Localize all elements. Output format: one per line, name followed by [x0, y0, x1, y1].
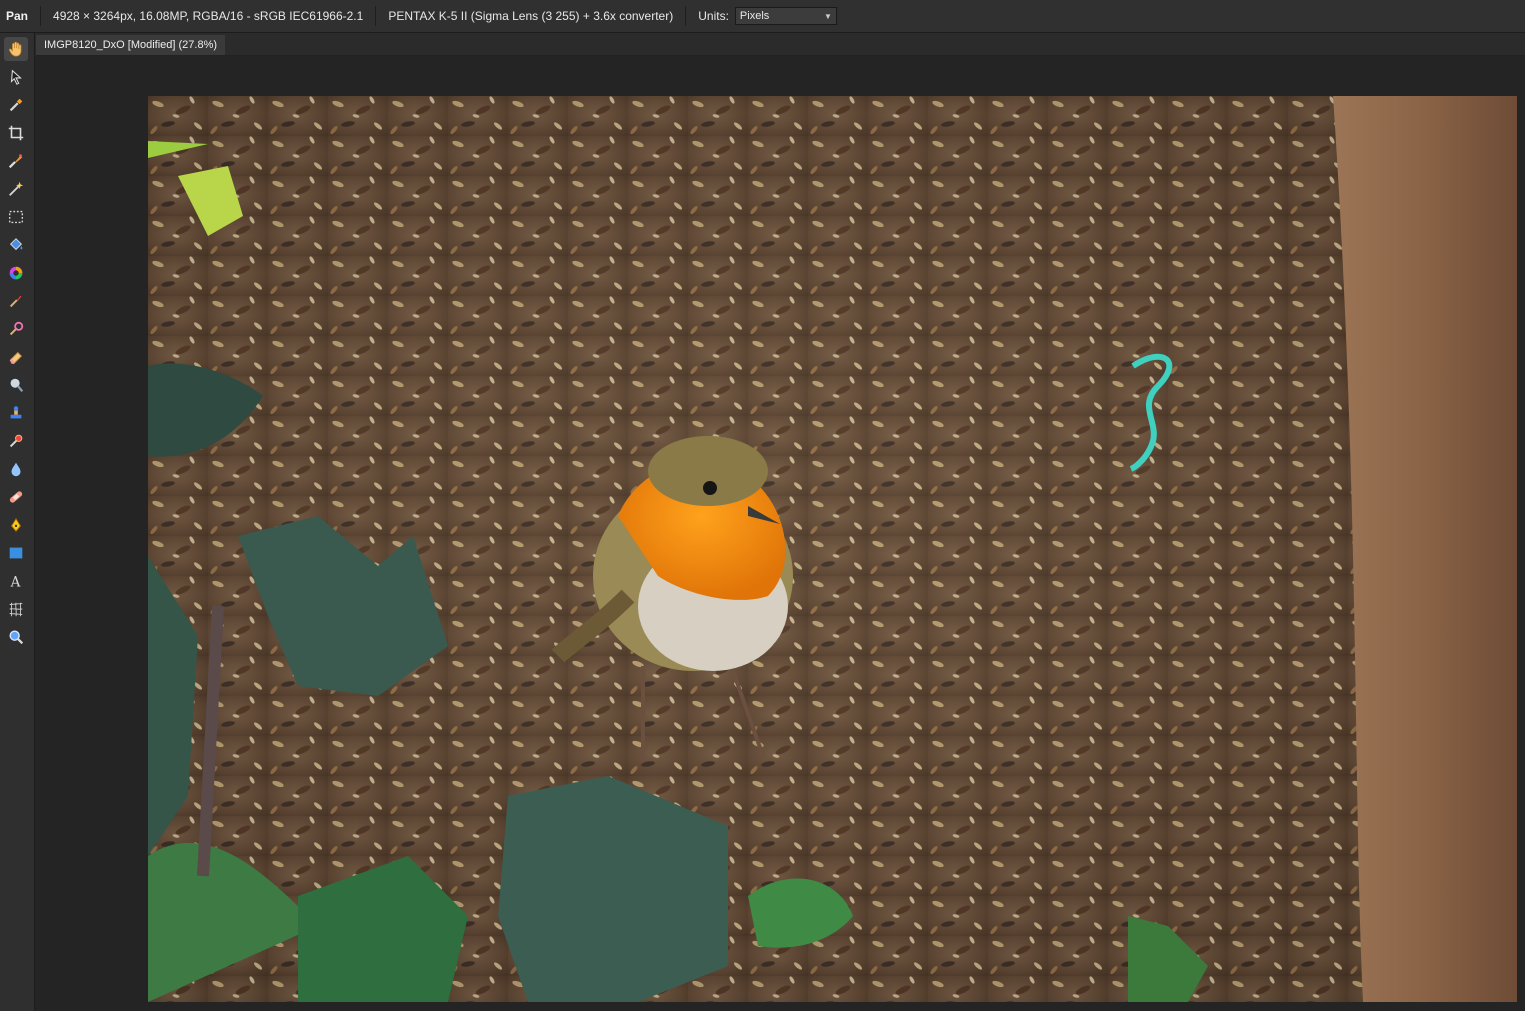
separator	[40, 6, 42, 26]
current-tool-name: Pan	[6, 9, 29, 23]
erase-brush-icon[interactable]	[4, 345, 28, 369]
tools-panel: A	[0, 33, 35, 1011]
photo-canvas[interactable]	[148, 96, 1517, 1002]
context-toolbar: Pan 4928 × 3264px, 16.08MP, RGBA/16 - sR…	[0, 0, 1525, 33]
hand-tool-icon[interactable]	[4, 37, 28, 61]
pen-tool-icon[interactable]	[4, 513, 28, 537]
clone-brush-icon[interactable]	[4, 401, 28, 425]
units-value: Pixels	[739, 10, 770, 22]
zoom-tool-icon[interactable]	[4, 625, 28, 649]
rectangle-tool-icon[interactable]	[4, 541, 28, 565]
artistic-text-icon[interactable]: A	[4, 569, 28, 593]
document-title: IMGP8120_DxO [Modified] (27.8%)	[44, 39, 218, 51]
units-dropdown[interactable]: Pixels ▼	[734, 7, 837, 25]
healing-brush-icon[interactable]	[4, 485, 28, 509]
color-replacement-icon[interactable]	[4, 317, 28, 341]
robin-photo-image	[148, 96, 1517, 1002]
color-picker-icon[interactable]	[4, 93, 28, 117]
red-eye-icon[interactable]	[4, 429, 28, 453]
image-info: 4928 × 3264px, 16.08MP, RGBA/16 - sRGB I…	[53, 9, 364, 23]
rectangular-marquee-icon[interactable]	[4, 205, 28, 229]
gradient-tool-icon[interactable]	[4, 261, 28, 285]
move-tool-icon[interactable]	[4, 65, 28, 89]
flood-fill-icon[interactable]	[4, 233, 28, 257]
blur-brush-icon[interactable]	[4, 457, 28, 481]
selection-brush-icon[interactable]	[4, 149, 28, 173]
units-label: Units:	[698, 9, 729, 23]
separator	[375, 6, 377, 26]
flood-select-icon[interactable]	[4, 177, 28, 201]
mesh-warp-icon[interactable]	[4, 597, 28, 621]
paint-brush-icon[interactable]	[4, 289, 28, 313]
document-tab[interactable]: IMGP8120_DxO [Modified] (27.8%)	[36, 35, 226, 55]
chevron-down-icon: ▼	[824, 11, 832, 21]
dodge-brush-icon[interactable]	[4, 373, 28, 397]
svg-text:A: A	[10, 574, 21, 590]
crop-tool-icon[interactable]	[4, 121, 28, 145]
camera-info: PENTAX K-5 II (Sigma Lens (3 255) + 3.6x…	[388, 9, 674, 23]
separator	[685, 6, 687, 26]
